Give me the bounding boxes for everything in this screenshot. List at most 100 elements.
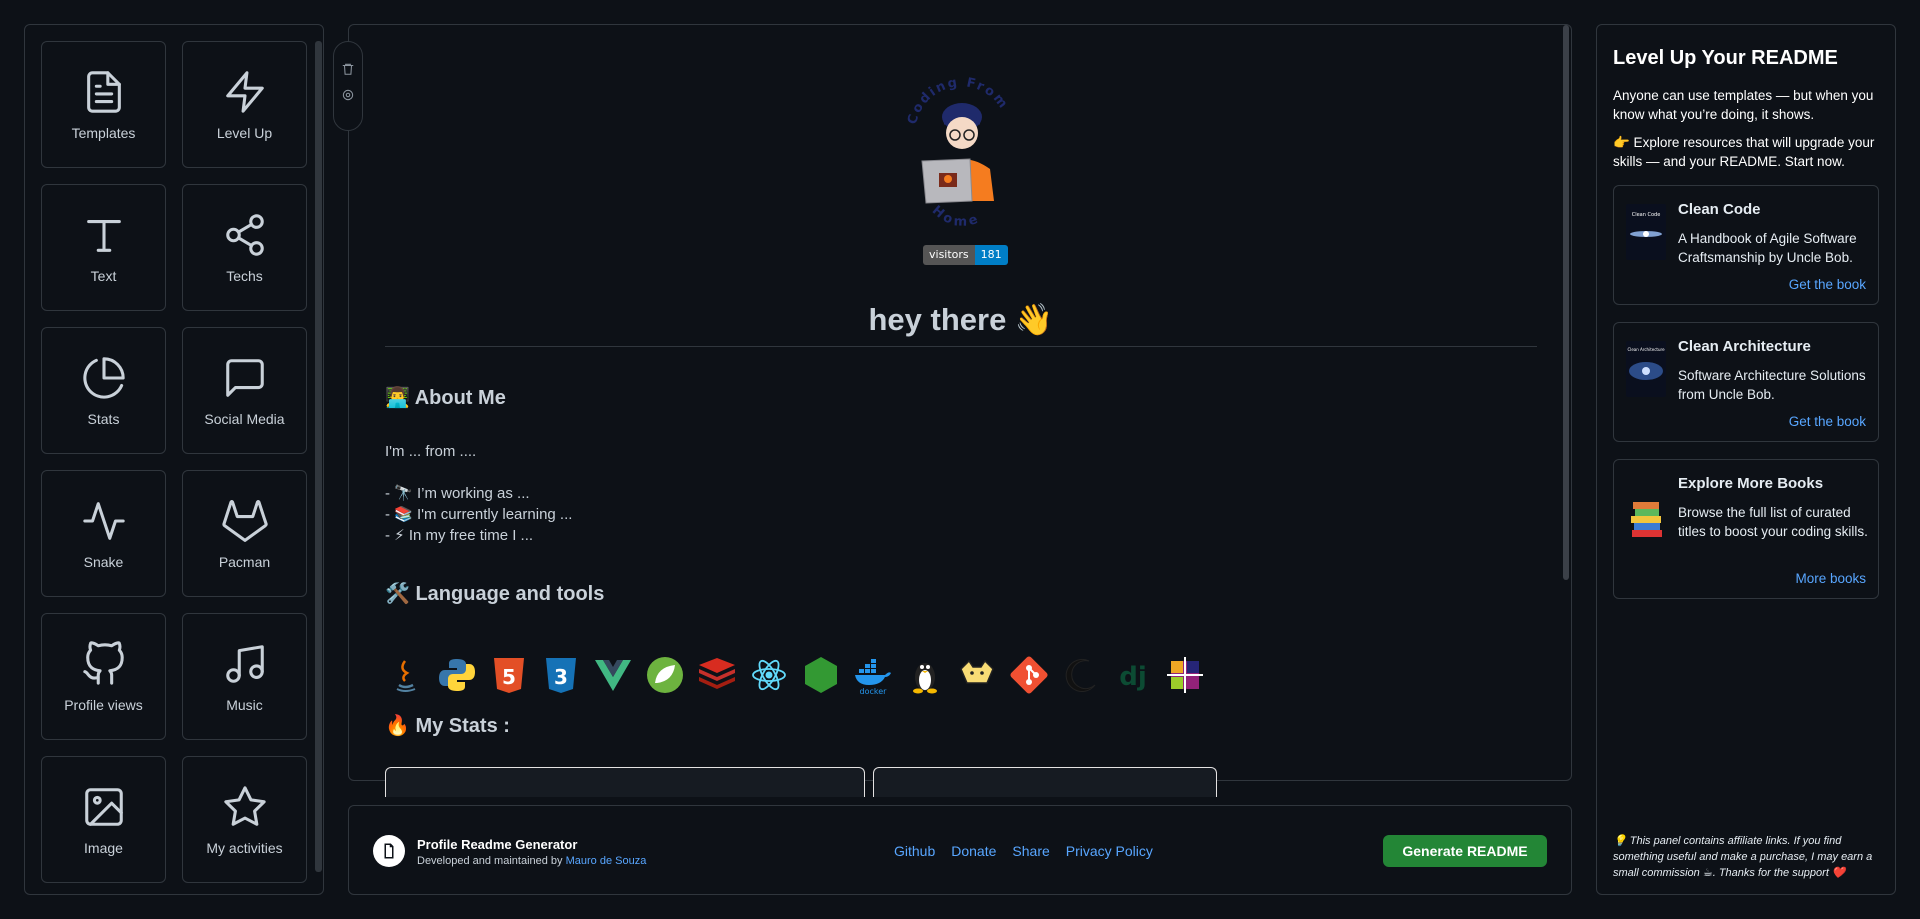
palette-label: Stats (87, 410, 120, 427)
book-title: Explore More Books (1678, 475, 1824, 492)
about-line: - ⚡ In my free time I ... (385, 527, 534, 544)
affiliate-disclaimer: 💡 This panel contains affiliate links. I… (1613, 835, 1873, 879)
svg-text:Clean Code: Clean Code (1632, 212, 1661, 218)
level-up-panel: Level Up Your README Anyone can use temp… (1596, 24, 1896, 895)
palette-techs[interactable]: Techs (182, 184, 307, 311)
app-logo (373, 835, 405, 867)
about-intro: I'm ... from .... (385, 443, 477, 460)
footer: Profile Readme Generator Developed and m… (348, 805, 1572, 895)
palette-scrollbar[interactable] (315, 41, 322, 872)
app-credits: Developed and maintained by Mauro de Sou… (417, 855, 646, 867)
donate-link[interactable]: Donate (951, 843, 996, 859)
nodejs-icon (805, 657, 837, 693)
java-icon (396, 660, 416, 692)
palette-music[interactable]: Music (182, 613, 307, 740)
python-icon (439, 659, 475, 691)
palette-image[interactable]: Image (41, 756, 166, 883)
book-card-clean-architecture: Clean Architecture Clean Architecture So… (1613, 322, 1879, 442)
message-square-icon (225, 358, 264, 397)
share-link[interactable]: Share (1012, 843, 1049, 859)
palette-label: Level Up (216, 124, 273, 141)
lightning-icon (225, 70, 264, 113)
readme-preview: Coding From Home visitors 181 hey there … (333, 24, 1572, 797)
centos-icon (1167, 657, 1203, 693)
svg-text:3: 3 (554, 665, 568, 689)
redis-icon (699, 658, 735, 689)
clean-code-cover: Clean Code (1626, 204, 1666, 260)
author-link[interactable]: Mauro de Souza (566, 855, 647, 867)
palette-my-activities[interactable]: My activities (182, 756, 307, 883)
book-description: Software Architecture Solutions from Unc… (1678, 368, 1866, 402)
eclipse-icon (1065, 658, 1096, 692)
palette-pacman[interactable]: Pacman (182, 470, 307, 597)
palette-snake[interactable]: Snake (41, 470, 166, 597)
text-t-icon (86, 219, 121, 252)
django-icon: dj (1119, 662, 1147, 692)
coding-from-home-illustration: Coding From Home (905, 75, 1009, 230)
svg-text:dj: dj (1119, 662, 1147, 692)
tech-icons-row: 5 3 docker dj (385, 655, 1205, 695)
palette-templates[interactable]: Templates (41, 41, 166, 168)
app-title: Profile Readme Generator (417, 837, 578, 852)
activity-icon (82, 501, 125, 540)
svg-text:docker: docker (860, 687, 888, 695)
star-icon (223, 785, 266, 826)
trash-icon[interactable] (341, 62, 355, 76)
credits-prefix: Developed and maintained by (417, 855, 563, 867)
element-palette: Templates Level Up Text Techs Stats Soci… (24, 24, 324, 895)
git-icon (1010, 656, 1048, 694)
github-icon (82, 640, 124, 685)
palette-profile-views[interactable]: Profile views (41, 613, 166, 740)
svg-text:5: 5 (502, 665, 516, 689)
linux-icon (913, 663, 937, 694)
tomcat-icon (960, 659, 994, 684)
vue-icon (595, 660, 631, 691)
get-book-link[interactable]: Get the book (1789, 277, 1866, 292)
html5-icon: 5 (494, 658, 524, 693)
palette-text[interactable]: Text (41, 184, 166, 311)
about-heading: 👨‍💻 About Me (385, 387, 506, 409)
github-link[interactable]: Github (894, 843, 935, 859)
svg-text:Clean Architecture: Clean Architecture (1627, 347, 1665, 352)
palette-label: Techs (226, 267, 263, 284)
book-card-clean-code: Clean Code Clean Code A Handbook of Agil… (1613, 185, 1879, 305)
visitors-badge-label: visitors (923, 245, 975, 265)
palette-level-up[interactable]: Level Up (182, 41, 307, 168)
file-icon (384, 843, 394, 859)
spring-icon (647, 657, 683, 693)
file-text-icon (86, 70, 121, 113)
image-icon (84, 787, 123, 826)
svg-text:Home: Home (929, 203, 983, 230)
privacy-policy-link[interactable]: Privacy Policy (1066, 843, 1153, 859)
palette-label: Text (90, 267, 117, 284)
react-icon (752, 659, 786, 691)
palette-label: Pacman (218, 553, 271, 570)
level-up-intro: Anyone can use templates — but when you … (1613, 88, 1874, 122)
generate-readme-button[interactable]: Generate README (1383, 835, 1547, 867)
palette-label: Music (226, 696, 263, 713)
palette-label: Profile views (64, 696, 143, 713)
pie-chart-icon (82, 356, 125, 399)
palette-stats[interactable]: Stats (41, 327, 166, 454)
visitors-badge: visitors 181 (923, 245, 1008, 265)
visitors-badge-count: 181 (974, 245, 1008, 265)
get-book-link[interactable]: Get the book (1789, 414, 1866, 429)
more-books-link[interactable]: More books (1795, 571, 1866, 586)
music-icon (225, 644, 264, 683)
illus-bottom-text: Home (929, 203, 980, 230)
stats-heading: 🔥 My Stats : (385, 715, 510, 737)
palette-label: Snake (83, 553, 124, 570)
book-description: Browse the full list of curated titles t… (1678, 505, 1868, 539)
palette-social-media[interactable]: Social Media (182, 327, 307, 454)
block-toolbar (333, 41, 363, 131)
book-card-explore-more: Explore More Books Browse the full list … (1613, 459, 1879, 599)
gear-icon[interactable] (341, 88, 355, 102)
palette-label: Social Media (204, 410, 285, 427)
about-line: - 🔭 I’m working as ... (385, 485, 530, 502)
palette-label: Templates (71, 124, 136, 141)
share-icon (225, 213, 264, 256)
book-title: Clean Code (1678, 201, 1761, 218)
book-description: A Handbook of Agile Software Craftsmansh… (1678, 231, 1857, 265)
level-up-explore: 👉 Explore resources that will upgrade yo… (1613, 135, 1875, 169)
preview-scrollbar[interactable] (1563, 25, 1569, 580)
